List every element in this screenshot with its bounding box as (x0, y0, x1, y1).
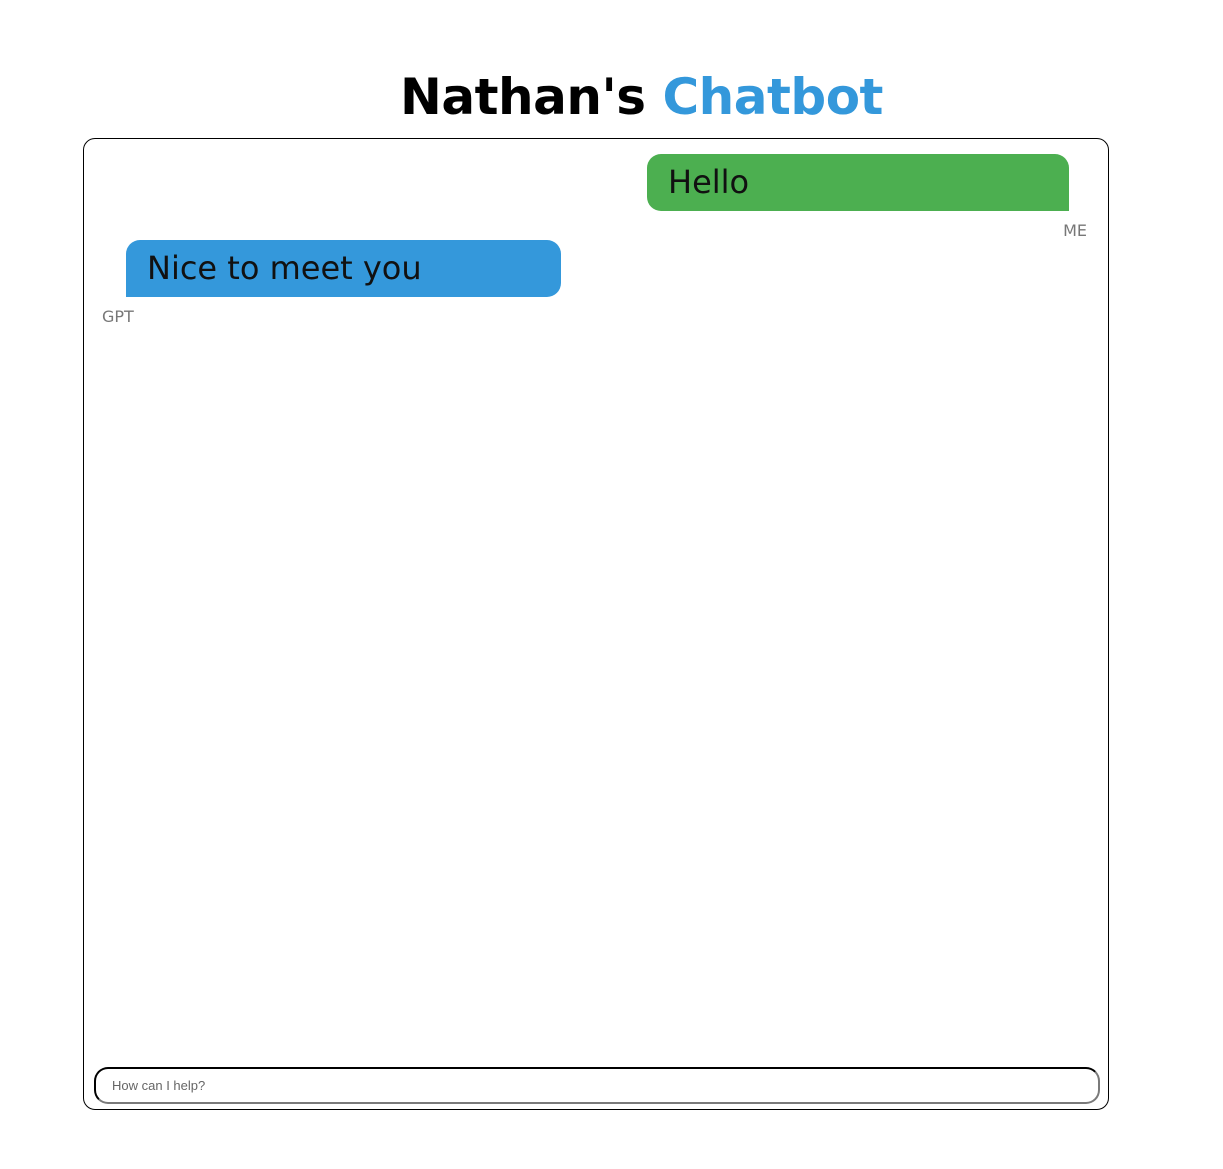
page-title: Nathan's Chatbot (0, 64, 1223, 130)
page-title-prefix: Nathan's (400, 67, 646, 126)
chat-window: Hello ME Nice to meet you GPT (83, 138, 1109, 1110)
message-input[interactable] (94, 1067, 1100, 1104)
user-message-bubble: Hello (647, 154, 1069, 211)
bot-message-bubble: Nice to meet you (126, 240, 561, 297)
bot-sender-label: GPT (102, 307, 134, 326)
page-title-accent: Chatbot (662, 67, 883, 126)
user-sender-label: ME (1063, 221, 1087, 240)
